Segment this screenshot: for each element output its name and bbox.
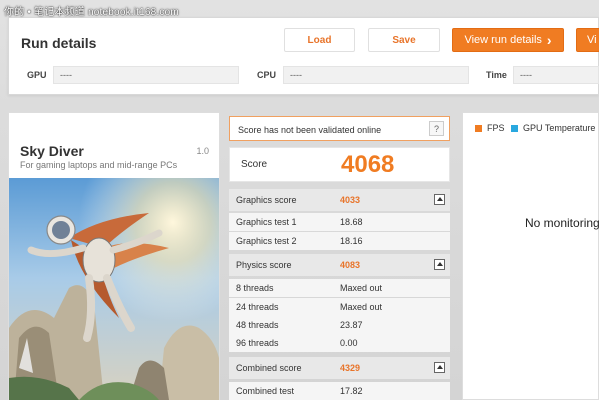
result-row: 96 threads 0.00 bbox=[229, 334, 450, 352]
no-monitoring-message: No monitoring bbox=[525, 216, 599, 230]
legend-label: GPU Temperature bbox=[523, 123, 596, 133]
collapse-toggle-icon[interactable] bbox=[434, 362, 445, 373]
validation-message: Score has not been validated online bbox=[238, 125, 382, 135]
result-row: 24 threads Maxed out bbox=[229, 298, 450, 316]
result-label: 8 threads bbox=[236, 283, 274, 293]
collapse-toggle-icon[interactable] bbox=[434, 194, 445, 205]
run-details-panel: Run details Load Save View run details ›… bbox=[8, 17, 599, 95]
watermark-text: 你的 • 笔记本频道 notebook.it168.com bbox=[4, 7, 179, 18]
combined-score-row[interactable]: Combined score 4329 bbox=[229, 357, 450, 379]
score-value: 4068 bbox=[341, 151, 395, 178]
result-label: 96 threads bbox=[236, 338, 279, 348]
overall-score: Score 4068 bbox=[229, 147, 450, 182]
time-value: ---- bbox=[513, 66, 599, 84]
result-value: 23.87 bbox=[340, 320, 363, 330]
section-value: 4083 bbox=[340, 260, 361, 270]
legend-fps[interactable]: FPS bbox=[475, 123, 505, 133]
gpu-value: ---- bbox=[53, 66, 239, 84]
help-icon[interactable]: ? bbox=[429, 121, 444, 136]
monitoring-panel: FPS GPU Temperature No monitoring bbox=[462, 112, 599, 400]
result-value: Maxed out bbox=[340, 283, 383, 293]
result-value: 18.16 bbox=[340, 236, 363, 246]
save-button[interactable]: Save bbox=[368, 28, 440, 52]
benchmark-subtitle: For gaming laptops and mid-range PCs bbox=[20, 160, 178, 170]
section-label: Physics score bbox=[236, 260, 292, 270]
chevron-right-icon: › bbox=[546, 32, 552, 48]
time-label: Time bbox=[486, 70, 507, 80]
result-row: Graphics test 1 18.68 bbox=[229, 213, 450, 231]
results-panel: Score has not been validated online ? Sc… bbox=[229, 116, 450, 400]
sky-diver-artwork bbox=[9, 178, 219, 400]
gpu-temperature-swatch-icon bbox=[511, 124, 518, 132]
result-label: Combined test bbox=[236, 386, 295, 396]
legend-label: FPS bbox=[487, 123, 505, 133]
benchmark-version: 1.0 bbox=[196, 146, 209, 156]
result-label: 24 threads bbox=[236, 302, 279, 312]
load-button[interactable]: Load bbox=[284, 28, 355, 52]
section-value: 4329 bbox=[340, 363, 361, 373]
result-label: Graphics test 2 bbox=[236, 236, 297, 246]
result-label: 48 threads bbox=[236, 320, 279, 330]
fps-swatch-icon bbox=[475, 124, 482, 132]
legend-gpu-temperature[interactable]: GPU Temperature bbox=[511, 123, 595, 133]
gpu-label: GPU bbox=[27, 70, 47, 80]
result-value: Maxed out bbox=[340, 302, 383, 312]
collapse-toggle-icon[interactable] bbox=[434, 259, 445, 270]
result-row: Combined test 17.82 bbox=[229, 382, 450, 400]
result-value: 0.00 bbox=[340, 338, 358, 348]
result-row: Graphics test 2 18.16 bbox=[229, 232, 450, 250]
physics-score-row[interactable]: Physics score 4083 bbox=[229, 254, 450, 276]
result-row: 8 threads Maxed out bbox=[229, 279, 450, 297]
result-row: 48 threads 23.87 bbox=[229, 316, 450, 334]
result-value: 18.68 bbox=[340, 217, 363, 227]
validation-banner: Score has not been validated online ? bbox=[229, 116, 450, 141]
section-label: Combined score bbox=[236, 363, 302, 373]
score-label: Score bbox=[241, 159, 268, 170]
result-label: Graphics test 1 bbox=[236, 217, 297, 227]
view-run-details-button[interactable]: View run details › bbox=[452, 28, 564, 52]
benchmark-name: Sky Diver bbox=[20, 143, 84, 159]
section-value: 4033 bbox=[340, 195, 361, 205]
cpu-label: CPU bbox=[257, 70, 277, 80]
view-button-secondary[interactable]: Vi bbox=[576, 28, 599, 52]
skydiver-illustration bbox=[9, 178, 219, 400]
graphics-score-row[interactable]: Graphics score 4033 bbox=[229, 189, 450, 211]
run-details-title: Run details bbox=[21, 35, 97, 51]
cpu-value: ---- bbox=[283, 66, 469, 84]
result-value: 17.82 bbox=[340, 386, 363, 396]
benchmark-card: Sky Diver 1.0 For gaming laptops and mid… bbox=[8, 112, 220, 400]
section-label: Graphics score bbox=[236, 195, 297, 205]
view-run-details-label: View run details bbox=[464, 34, 542, 46]
